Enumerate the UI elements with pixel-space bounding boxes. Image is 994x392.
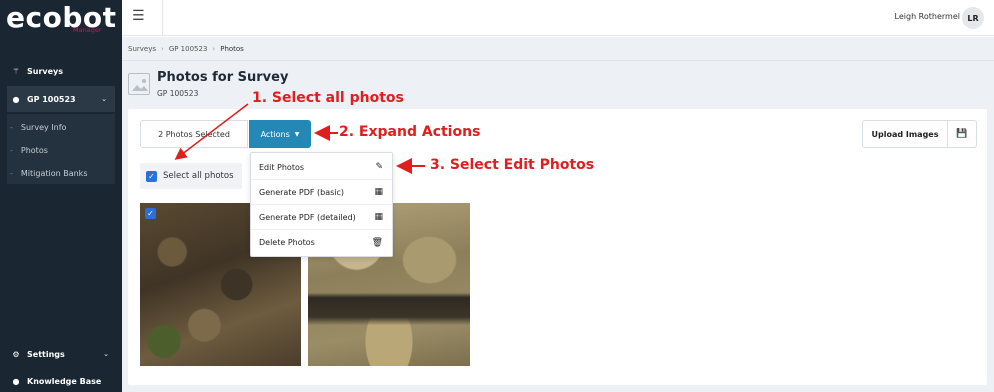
arrow-icon xyxy=(174,103,249,160)
annotation-step3: 3. Select Edit Photos xyxy=(430,157,595,173)
annotation-step1: 1. Select all photos xyxy=(252,90,404,106)
annotation-arrows xyxy=(174,103,425,174)
annotation-step2: 2. Expand Actions xyxy=(339,124,481,140)
